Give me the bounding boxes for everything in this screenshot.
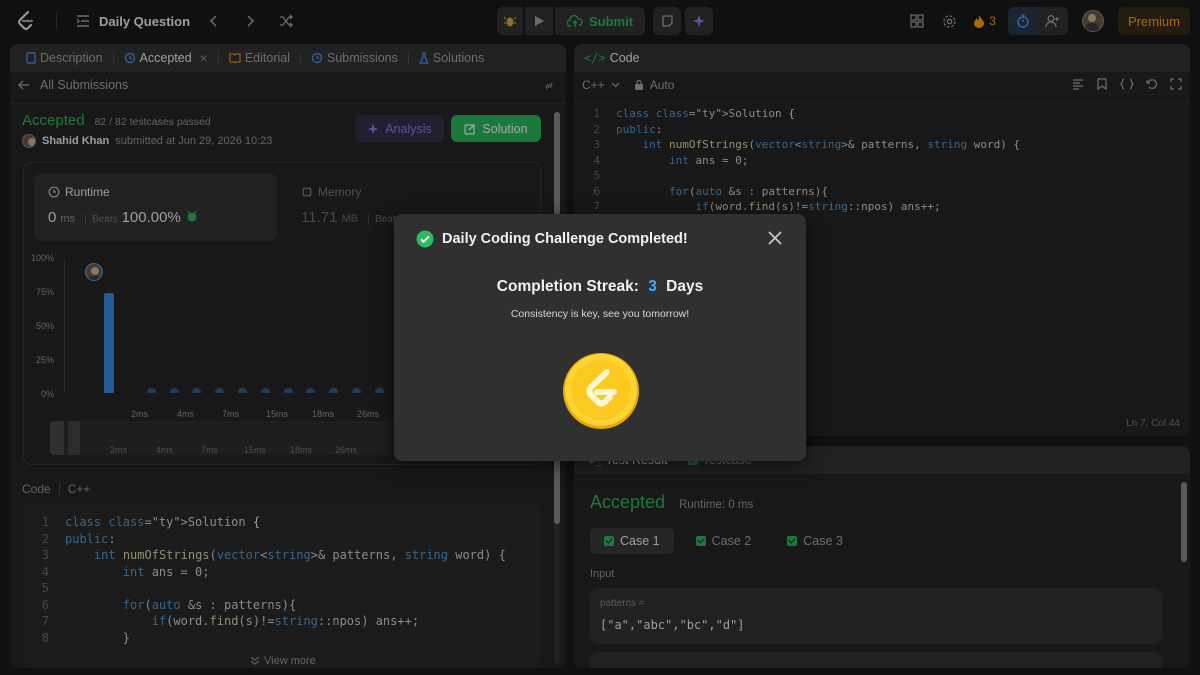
modal-title: Daily Coding Challenge Completed! <box>442 231 688 247</box>
modal-message: Consistency is key, see you tomorrow! <box>510 308 690 320</box>
streak-suffix: Days <box>666 278 704 295</box>
streak-prefix: Completion Streak: <box>496 278 639 295</box>
gold-coin-icon <box>563 353 639 429</box>
modal-header: Daily Coding Challenge Completed! <box>416 230 688 248</box>
close-icon[interactable] <box>767 230 783 246</box>
streak-value: 3 <box>648 278 657 295</box>
check-circle-icon <box>416 230 434 248</box>
daily-challenge-modal: Daily Coding Challenge Completed! Comple… <box>394 214 806 461</box>
completion-streak: Completion Streak: 3 Days <box>394 278 806 296</box>
